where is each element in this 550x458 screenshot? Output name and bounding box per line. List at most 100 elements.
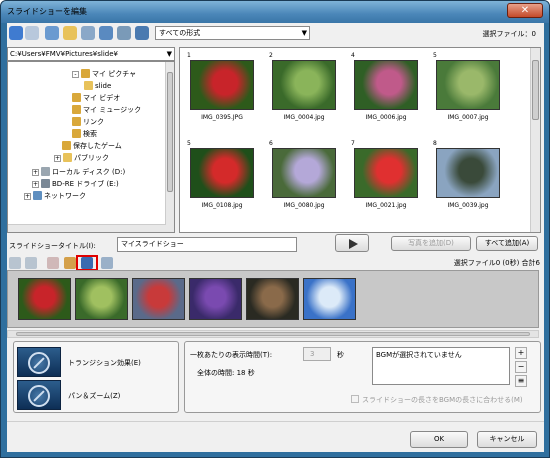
properties-icon[interactable] [101,257,113,269]
storyboard-toolbar: 選択ファイル0 (0秒) 合計6 [7,255,544,271]
thumbnail-filename: IMG_0006.jpg [365,114,407,121]
storyboard[interactable] [7,270,539,328]
timing-panel: 一枚あたりの表示時間(T): 3 秒 全体の時間: 18 秒 BGMが選択されて… [184,341,541,413]
fit-to-bgm-label: スライドショーの長さをBGMの長さに合わせる(M) [362,396,523,404]
tree-item-label: マイ ビデオ [83,94,121,102]
tree-item[interactable]: 保存したゲーム [62,140,122,152]
storyboard-slide[interactable] [246,278,299,320]
delete-icon[interactable] [47,257,59,269]
view-icon[interactable] [81,26,95,40]
add-bgm-button[interactable]: + [515,347,527,359]
close-button[interactable]: ✕ [507,3,543,18]
pan-zoom-label: パン＆ズーム(Z) [68,392,121,400]
expand-toggle-icon[interactable]: - [72,71,79,78]
bgm-list[interactable]: BGMが選択されていません [372,347,510,385]
storyboard-slide[interactable] [18,278,71,320]
thumbnail-item[interactable]: 5 IMG_0007.jpg [432,52,504,132]
tree-item[interactable]: + BD-RE ドライブ (E:) [32,178,119,190]
scroll-thumb[interactable] [16,332,530,336]
slideshow-title-input[interactable]: マイスライドショー [117,237,297,252]
tree-scrollbar[interactable] [165,62,174,232]
transition-label: トランジション効果(E) [68,359,141,367]
thumbnail-filename: IMG_0080.jpg [283,202,325,209]
move-left-icon[interactable] [9,257,21,269]
remove-bgm-button[interactable]: − [515,361,527,373]
play-button[interactable] [335,234,369,252]
storyboard-slide[interactable] [303,278,356,320]
search-folder-icon [72,129,81,138]
thumbnail-item[interactable]: 1 IMG_0395.JPG [186,52,258,132]
expand-toggle-icon[interactable]: + [24,193,31,200]
add-photo-button[interactable]: 写真を追加(D) [391,236,471,251]
tree-item-label: リンク [83,118,104,126]
thumbnail-filename: IMG_0007.jpg [447,114,489,121]
folder-icon[interactable] [63,26,77,40]
divider [7,421,544,422]
thumbnail-item[interactable]: 7 IMG_0021.jpg [350,140,422,220]
tree-item-label: BD-RE ドライブ (E:) [52,180,119,188]
chevron-down-icon: ▼ [166,50,172,58]
transition-button[interactable] [17,347,61,377]
thumbnail-item[interactable]: 8 IMG_0039.jpg [432,140,504,220]
tree-horizontal-scrollbar[interactable] [8,224,166,232]
back-icon[interactable] [9,26,23,40]
select-all-icon[interactable] [135,26,149,40]
thumbnail-number: 5 [433,52,437,59]
tree-item[interactable]: リンク [72,116,104,128]
forward-icon[interactable] [25,26,39,40]
thumbnail-scrollbar[interactable] [530,48,540,232]
expand-toggle-icon[interactable]: + [32,181,39,188]
drive-icon [41,167,50,176]
tree-item[interactable]: + ネットワーク [24,190,86,202]
rotate-icon[interactable] [64,257,76,269]
title-bar[interactable]: スライドショーを編集 ✕ [1,1,549,23]
network-icon [33,191,42,200]
expand-toggle-icon[interactable]: + [54,155,61,162]
pan-zoom-button[interactable] [17,380,61,410]
thumbnail-filename: IMG_0021.jpg [365,202,407,209]
effects-panel: トランジション効果(E) パン＆ズーム(Z) [13,341,179,413]
up-folder-icon[interactable] [45,26,59,40]
tree-item[interactable]: - マイ ピクチャ [72,68,136,80]
chevron-down-icon: ▼ [301,29,307,37]
expand-toggle-icon[interactable]: + [32,169,39,176]
thumbnail-filename: IMG_0395.JPG [201,114,243,121]
storyboard-slide[interactable] [75,278,128,320]
video-folder-icon [72,93,81,102]
cancel-button[interactable]: キャンセル [477,431,537,448]
thumbnail-view-icon[interactable] [99,26,113,40]
bgm-settings-button[interactable]: ≡ [515,375,527,387]
thumbnail-item[interactable]: 2 IMG_0004.jpg [268,52,340,132]
add-all-button[interactable]: すべて追加(A) [476,236,538,251]
refresh-icon[interactable] [117,26,131,40]
thumbnail-item[interactable]: 6 IMG_0080.jpg [268,140,340,220]
scroll-thumb[interactable] [532,60,539,120]
tree-item[interactable]: + ローカル ディスク (D:) [32,166,125,178]
thumbnail-item[interactable]: 4 IMG_0006.jpg [350,52,422,132]
scroll-thumb[interactable] [167,72,173,192]
thumbnail-image [354,60,418,110]
storyboard-slide[interactable] [132,278,185,320]
thumbnail-number: 1 [187,52,191,59]
tree-item-label: ネットワーク [44,192,86,200]
thumbnail-image [272,60,336,110]
tree-item[interactable]: slide [84,80,111,92]
path-combobox[interactable]: C:¥Users¥FMV¥Pictures¥slide¥ ▼ [7,47,175,61]
move-right-icon[interactable] [25,257,37,269]
thumbnail-number: 8 [433,140,437,147]
slideshow-edit-dialog: スライドショーを編集 ✕ すべての形式 ▼ 選択ファイル：0 C:¥Users¥… [0,0,550,458]
folder-tree[interactable]: - マイ ピクチャ slide マイ ビデオマイ ミュージックリンク検索 保存したゲーム… [7,61,175,233]
file-type-select[interactable]: すべての形式 ▼ [155,26,310,40]
tree-item[interactable]: マイ ビデオ [72,92,120,104]
per-slide-time-stepper[interactable]: 3 [303,347,331,361]
thumbnail-item[interactable]: 5 IMG_0108.jpg [186,140,258,220]
tree-item[interactable]: + パブリック [54,152,109,164]
storyboard-slide[interactable] [189,278,242,320]
file-thumbnail-grid[interactable]: 1 IMG_0395.JPG 2 IMG_0004.jpg 4 IMG_0006.jpg 5… [179,47,541,233]
ok-button[interactable]: OK [410,431,468,448]
tree-item[interactable]: 検索 [72,128,97,140]
tree-item[interactable]: マイ ミュージック [72,104,141,116]
thumbnail-image [436,60,500,110]
storyboard-scrollbar[interactable] [7,330,539,338]
fit-to-bgm-checkbox[interactable]: スライドショーの長さをBGMの長さに合わせる(M) [351,395,523,405]
